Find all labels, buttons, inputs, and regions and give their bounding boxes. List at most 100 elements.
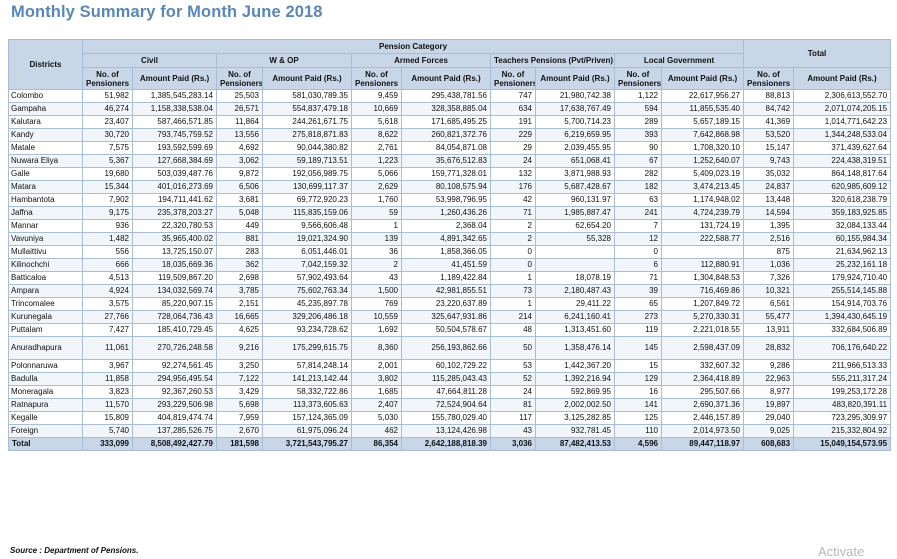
total-row: Total 333,099 8,508,492,427.79 181,598 3,721…	[8, 437, 892, 451]
amount-cell: 141,213,142.44	[262, 372, 352, 386]
pensioners-cell: 747	[490, 89, 536, 103]
amount-cell: 75,602,763.34	[262, 284, 352, 298]
pensioners-cell: 10,559	[351, 310, 402, 324]
amount-cell: 1,313,451.60	[535, 323, 615, 337]
district-cell: Matale	[8, 141, 83, 155]
table-row: Nuwara Eliya 5,367 127,668,384.69 3,062 59,1…	[8, 154, 892, 168]
pensioners-cell: 2,761	[351, 141, 402, 155]
amount-cell: 5,700,714.23	[535, 115, 615, 129]
table-row: Badulla 11,858 294,956,495.54 7,122 141,213,…	[8, 372, 892, 386]
amount-cell: 581,030,789.35	[262, 89, 352, 103]
pensioners-cell: 67	[614, 154, 662, 168]
amount-cell	[535, 245, 615, 259]
district-cell: Foreign	[8, 424, 83, 438]
pensioners-cell: 5,740	[82, 424, 133, 438]
amount-cell: 864,148,817.64	[793, 167, 892, 181]
pensioners-cell: 35,032	[743, 167, 795, 181]
amount-cell: 84,054,871.08	[401, 141, 491, 155]
amount-paid-header: Amount Paid (Rs.)	[262, 67, 352, 90]
amount-cell: 92,367,260.53	[132, 385, 217, 399]
pensioners-cell: 30,720	[82, 128, 133, 142]
amount-cell: 192,056,989.75	[262, 167, 352, 181]
amount-cell: 22,320,780.53	[132, 219, 217, 233]
pensioners-cell: 39	[614, 284, 662, 298]
local-government-header: Local Government	[613, 53, 745, 68]
pensioners-cell: 10,669	[351, 102, 402, 116]
amount-cell: 5,657,189.15	[660, 115, 745, 129]
pensioners-cell: 5,030	[351, 411, 402, 425]
pensioners-cell: 769	[351, 297, 402, 311]
amount-cell: 1,708,320.10	[660, 141, 745, 155]
amount-cell: 6,219,659.95	[535, 128, 615, 142]
amount-cell: 130,699,117.37	[262, 180, 352, 194]
pensioners-cell: 9,286	[743, 359, 795, 373]
pensioners-cell: 11,864	[216, 115, 263, 129]
pensioners-cell: 13,911	[743, 323, 795, 337]
amount-cell: 21,980,742.38	[535, 89, 615, 103]
pensioners-cell: 5,367	[82, 154, 133, 168]
amount-cell: 112,880.91	[660, 258, 745, 272]
pensioners-cell: 29,040	[743, 411, 795, 425]
amount-cell: 215,332,804.92	[793, 424, 892, 438]
pensioners-cell: 1,760	[351, 193, 402, 207]
pensioners-cell: 9,175	[82, 206, 133, 220]
amount-cell: 260,821,372.76	[401, 128, 491, 142]
amount-cell: 50,504,578.67	[401, 323, 491, 337]
amount-cell: 57,902,493.64	[262, 271, 352, 285]
pensioners-cell: 4,625	[216, 323, 263, 337]
table-row: Kurunegala 27,766 728,064,736.43 16,665 329,…	[8, 310, 892, 324]
pensioners-cell: 2,407	[351, 398, 402, 412]
table-row: Anuradhapura 11,061 270,726,248.58 9,216 175…	[8, 336, 892, 360]
amount-cell: 2,446,157.89	[660, 411, 745, 425]
no-of-pensioners-header: No. of Pensioners	[490, 67, 536, 90]
pensioners-cell: 3,062	[216, 154, 263, 168]
amount-cell: 554,837,479.18	[262, 102, 352, 116]
no-of-pensioners-header: No. of Pensioners	[351, 67, 402, 90]
pensioners-cell: 88,813	[743, 89, 795, 103]
amount-cell: 256,193,862.66	[401, 336, 491, 360]
amount-cell: 13,725,150.07	[132, 245, 217, 259]
amount-cell: 80,108,575.94	[401, 180, 491, 194]
pensioners-cell: 634	[490, 102, 536, 116]
amount-cell: 932,781.45	[535, 424, 615, 438]
pensioners-cell: 119	[614, 323, 662, 337]
pensioners-cell: 50	[490, 336, 536, 360]
table-row: Puttalam 7,427 185,410,729.45 4,625 93,234,7…	[8, 323, 892, 337]
amount-cell: 53,998,796.95	[401, 193, 491, 207]
table-row: Matale 7,575 193,592,599.69 4,692 90,044,380…	[8, 141, 892, 155]
amount-cell	[660, 245, 745, 259]
pensioners-cell: 5,698	[216, 398, 263, 412]
pensioners-cell: 3,250	[216, 359, 263, 373]
pensioners-cell: 42	[490, 193, 536, 207]
table-row: Kandy 30,720 793,745,759.52 13,556 275,818,8…	[8, 128, 892, 142]
no-of-pensioners-header: No. of Pensioners	[82, 67, 133, 90]
district-cell: Ampara	[8, 284, 83, 298]
pensioners-cell: 43	[351, 271, 402, 285]
pensioners-cell: 28,832	[743, 336, 795, 360]
amount-cell: 35,676,512.83	[401, 154, 491, 168]
pensioners-cell: 556	[82, 245, 133, 259]
amount-paid-header: Amount Paid (Rs.)	[660, 67, 745, 90]
district-cell: Puttalam	[8, 323, 83, 337]
table-header: Districts Pension Category Total Civil W…	[8, 39, 892, 90]
amount-cell: 1,442,367.20	[535, 359, 615, 373]
amount-cell: 592,869.95	[535, 385, 615, 399]
pensioners-cell: 273	[614, 310, 662, 324]
table-row: Kilinochchi 666 18,035,669.36 362 7,042,159.…	[8, 258, 892, 272]
pensioners-cell: 16,665	[216, 310, 263, 324]
pensioners-cell: 229	[490, 128, 536, 142]
amount-cell: 325,647,931.86	[401, 310, 491, 324]
amount-cell: 93,234,728.62	[262, 323, 352, 337]
district-cell: Vavuniya	[8, 232, 83, 246]
pensioners-cell: 24,837	[743, 180, 795, 194]
pensioners-cell: 3,823	[82, 385, 133, 399]
pensioners-cell: 2	[490, 232, 536, 246]
amount-cell: 960,131.97	[535, 193, 615, 207]
pensioners-cell: 23,407	[82, 115, 133, 129]
amount-cell: 1,392,216.94	[535, 372, 615, 386]
amount-cell: 332,684,506.89	[793, 323, 892, 337]
pensioners-cell: 7,427	[82, 323, 133, 337]
pensioners-cell: 41,369	[743, 115, 795, 129]
amount-cell: 706,176,640.22	[793, 336, 892, 360]
pensioners-cell: 462	[351, 424, 402, 438]
